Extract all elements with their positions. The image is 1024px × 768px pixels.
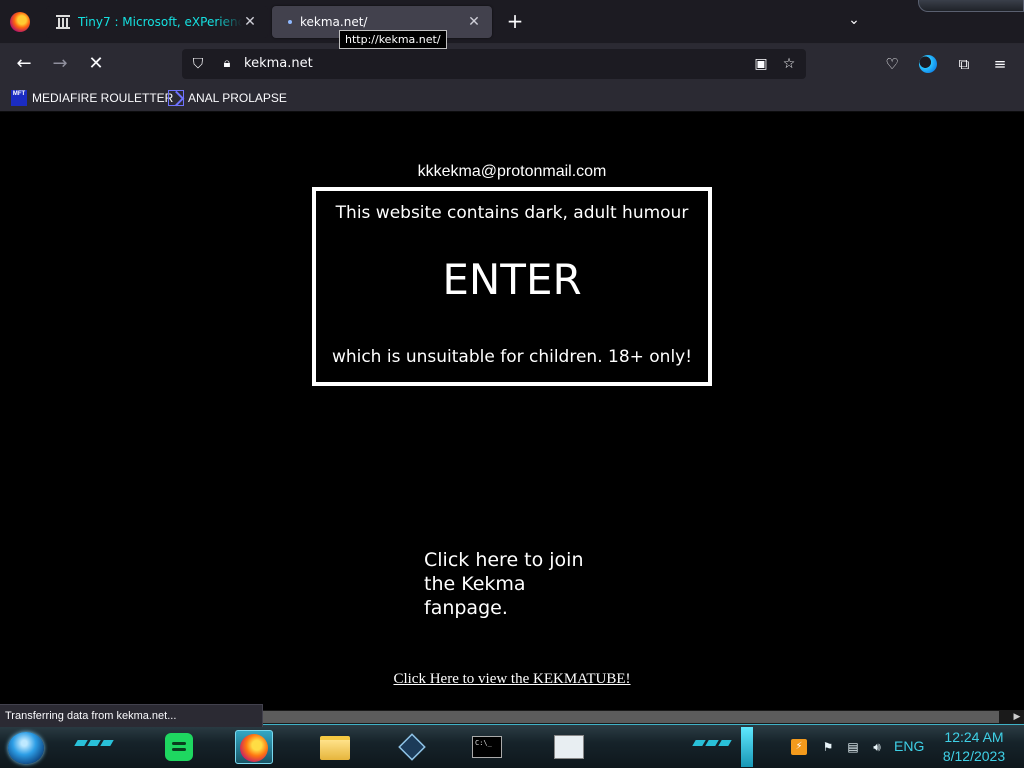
- tab-strip: Tiny7 : Microsoft, eXPerience te ✕ kekma…: [0, 0, 1024, 44]
- bookmarks-toolbar: MFT MEDIAFIRE ROULETTER ANAL PROLAPSE: [0, 84, 1024, 112]
- mft-icon: MFT: [11, 90, 27, 106]
- taskbar-spotify[interactable]: [160, 730, 198, 764]
- address-bar[interactable]: ⛉ 🔒︎ kekma.net ▣ ☆: [182, 49, 806, 79]
- virtualbox-icon: [398, 733, 426, 761]
- fanpage-link[interactable]: Click here to join the Kekma fanpage.: [424, 548, 594, 620]
- navigation-toolbar: ← → ✕ ⛉ 🔒︎ kekma.net ▣ ☆ ♡ ⧉ ≡: [0, 44, 1024, 84]
- clock[interactable]: 12:24 AM 8/12/2023: [934, 728, 1014, 766]
- flag-icon[interactable]: ⚑: [820, 739, 836, 755]
- decorative-dashes: [74, 740, 114, 748]
- clock-date: 8/12/2023: [942, 748, 1006, 764]
- bookmark-anal-prolapse[interactable]: ANAL PROLAPSE: [168, 89, 287, 107]
- extensions-puzzle-icon[interactable]: ⧉: [954, 54, 974, 74]
- language-indicator[interactable]: ENG: [894, 738, 924, 754]
- scrollbar-thumb[interactable]: [263, 711, 999, 723]
- shield-icon[interactable]: ⛉: [190, 55, 206, 73]
- window-controls[interactable]: [918, 0, 1024, 12]
- status-bar: Transferring data from kekma.net...: [0, 704, 263, 727]
- page-content: kkkekma@protonmail.com This website cont…: [0, 113, 1024, 709]
- new-tab-button[interactable]: +: [505, 10, 525, 34]
- building-icon: [56, 15, 70, 29]
- url-text[interactable]: kekma.net: [244, 56, 313, 71]
- reader-view-icon[interactable]: ▣: [752, 55, 770, 73]
- back-button[interactable]: ←: [12, 52, 36, 76]
- horizontal-scrollbar[interactable]: ▶: [263, 710, 1024, 724]
- contact-email: kkkekma@protonmail.com: [417, 163, 607, 180]
- extension-moon-icon[interactable]: [919, 55, 937, 73]
- taskbar-file-explorer[interactable]: [316, 730, 354, 764]
- close-icon[interactable]: ✕: [466, 14, 482, 30]
- stop-button[interactable]: ✕: [84, 52, 108, 76]
- decorative-dashes: [692, 740, 732, 748]
- bookmark-label: ANAL PROLAPSE: [188, 91, 287, 105]
- volume-icon[interactable]: 🔊︎: [869, 739, 885, 755]
- network-icon[interactable]: ▤: [845, 739, 861, 755]
- scroll-right-icon[interactable]: ▶: [1010, 710, 1024, 724]
- document-icon: [554, 735, 584, 759]
- hamburger-menu-icon[interactable]: ≡: [990, 54, 1010, 74]
- spotify-icon: [165, 733, 193, 761]
- chevron-down-icon[interactable]: ⌄: [844, 12, 864, 32]
- taskbar-firefox[interactable]: [235, 730, 273, 764]
- warning-text-bottom: which is unsuitable for children. 18+ on…: [331, 347, 693, 367]
- taskbar: C:\_ ⚡ ⚑ ▤ 🔊︎ ENG 12:24 AM 8/12/2023: [0, 724, 1024, 768]
- command-prompt-icon: C:\_: [472, 736, 502, 758]
- warning-text-top: This website contains dark, adult humour: [335, 203, 689, 223]
- taskbar-virtualbox[interactable]: [393, 730, 431, 764]
- bookmark-star-icon[interactable]: ☆: [780, 55, 798, 73]
- lock-icon[interactable]: 🔒︎: [220, 55, 234, 73]
- link-tooltip: http://kekma.net/: [339, 30, 447, 49]
- tab-tiny7[interactable]: Tiny7 : Microsoft, eXPerience te ✕: [46, 6, 268, 38]
- chevron-bookmark-icon: [168, 90, 184, 106]
- taskbar-command-prompt[interactable]: C:\_: [468, 730, 506, 764]
- kekmatube-link[interactable]: Click Here to view the KEKMATUBE!: [0, 671, 1024, 688]
- tab-title: kekma.net/: [300, 15, 368, 29]
- pocket-icon[interactable]: ♡: [882, 54, 902, 74]
- clock-time: 12:24 AM: [944, 729, 1004, 745]
- loading-dot-icon: [288, 20, 292, 24]
- firefox-icon: [240, 734, 268, 762]
- age-warning-box: This website contains dark, adult humour…: [312, 187, 712, 386]
- firefox-icon[interactable]: [10, 12, 30, 32]
- taskbar-document[interactable]: [550, 730, 588, 764]
- bookmark-mediafire-rouletter[interactable]: MFT MEDIAFIRE ROULETTER: [11, 89, 173, 107]
- show-desktop-button[interactable]: [741, 727, 753, 767]
- close-icon[interactable]: ✕: [242, 14, 258, 30]
- start-button[interactable]: [8, 732, 44, 764]
- enter-button[interactable]: ENTER: [316, 255, 708, 304]
- file-explorer-icon: [320, 736, 350, 760]
- app-tray-icon[interactable]: ⚡: [791, 739, 807, 755]
- forward-button[interactable]: →: [48, 52, 72, 76]
- tab-title: Tiny7 : Microsoft, eXPerience te: [78, 15, 242, 29]
- bookmark-label: MEDIAFIRE ROULETTER: [32, 91, 174, 105]
